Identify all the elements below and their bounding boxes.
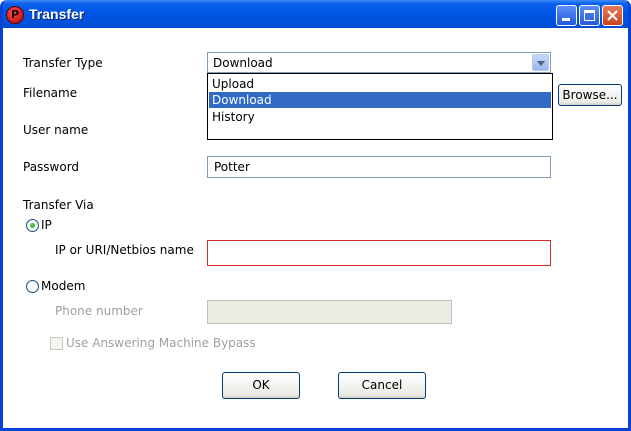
minimize-button[interactable] (556, 5, 577, 26)
transfer-type-dropdown: Upload Download History (207, 73, 553, 140)
ok-button[interactable]: OK (222, 372, 300, 399)
modem-radio[interactable] (26, 280, 39, 293)
ip-address-field[interactable] (207, 240, 551, 266)
transfer-type-value: Download (213, 56, 273, 70)
username-label: User name (23, 123, 89, 137)
close-button[interactable] (602, 5, 623, 26)
dropdown-option-download[interactable]: Download (209, 92, 551, 108)
window-title: Transfer (29, 6, 85, 22)
dropdown-option-history[interactable]: History (209, 109, 551, 125)
app-icon: P (6, 6, 24, 24)
answering-machine-bypass-checkbox (50, 337, 63, 350)
transfer-via-label: Transfer Via (23, 198, 94, 212)
password-label: Password (23, 160, 80, 174)
answering-machine-bypass-label: Use Answering Machine Bypass (66, 336, 256, 350)
modem-radio-label[interactable]: Modem (41, 279, 85, 293)
transfer-window: P Transfer Transfer Type Download Filena… (0, 0, 631, 431)
ip-radio[interactable] (26, 219, 39, 232)
transfer-type-select[interactable]: Download (207, 52, 551, 73)
phone-number-field (207, 300, 452, 324)
filename-label: Filename (23, 86, 78, 100)
ip-field-label: IP or URI/Netbios name (55, 243, 194, 257)
maximize-button[interactable] (579, 5, 600, 26)
maximize-icon (584, 10, 595, 21)
close-icon (607, 10, 618, 21)
dialog-body: Transfer Type Download Filename Browse..… (3, 28, 628, 428)
browse-button[interactable]: Browse... (558, 84, 622, 106)
cancel-button[interactable]: Cancel (338, 372, 426, 399)
dropdown-option-upload[interactable]: Upload (209, 76, 551, 92)
password-field[interactable]: Potter (207, 156, 551, 178)
minimize-icon (562, 18, 570, 21)
title-bar[interactable]: P Transfer (3, 0, 628, 31)
phone-number-label: Phone number (55, 304, 143, 318)
transfer-type-label: Transfer Type (23, 56, 103, 70)
chevron-down-icon[interactable] (532, 54, 549, 71)
ip-radio-label[interactable]: IP (41, 218, 52, 232)
